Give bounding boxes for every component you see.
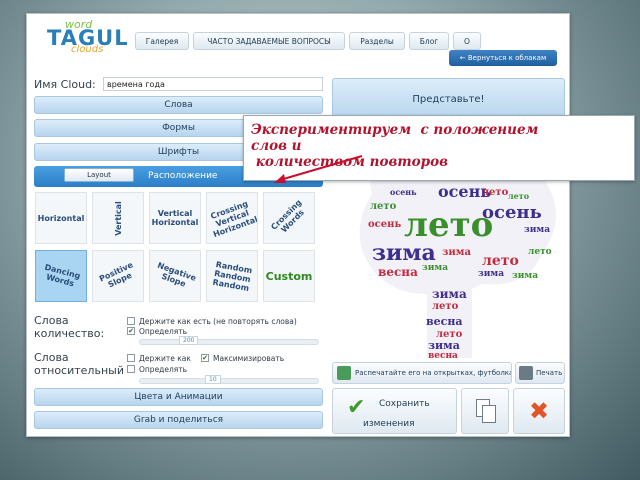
cloud-word: лето: [370, 201, 397, 212]
cloud-word: зима: [372, 240, 436, 266]
nav-blog[interactable]: Блог: [409, 32, 449, 50]
word-count-slider-value: 200: [179, 336, 199, 345]
annotation-arrow: [274, 155, 363, 183]
cloud-word: лето: [528, 247, 552, 257]
section-words[interactable]: Слова: [34, 96, 323, 114]
cloud-word: зима: [422, 263, 449, 273]
print-button[interactable]: Печать: [515, 362, 565, 384]
printer-icon: [519, 366, 533, 380]
cloud-word: лето: [432, 301, 459, 312]
cloud-word: зима: [524, 225, 551, 235]
delete-button[interactable]: ✖: [513, 388, 565, 434]
layout-grid: Horizontal Vertical Vertical Horizontal …: [35, 192, 320, 312]
save-label: Сохранить: [379, 399, 430, 409]
cloud-name-label: Имя Cloud:: [34, 78, 96, 91]
layout-negative-slope[interactable]: Negative Slope: [149, 250, 201, 302]
cloud-word: весна: [426, 315, 463, 328]
layout-positive-slope[interactable]: Positive Slope: [92, 250, 144, 302]
print-on-products-label: Распечатайте его на открытках, футболках: [355, 369, 512, 377]
copy-icon-back: [482, 405, 496, 423]
cloud-word: осень: [482, 202, 542, 223]
word-count-define-checkbox[interactable]: ✔: [127, 327, 135, 335]
cloud-word: зима: [428, 339, 460, 352]
cloud-word: зима: [512, 271, 539, 281]
cloud-name-input[interactable]: [103, 77, 323, 91]
app-window: word TAGUL clouds Галерея ЧАСТО ЗАДАВАЕМ…: [26, 13, 570, 437]
cloud-word: лето: [404, 205, 494, 245]
word-count-keep-label: Держите как есть (не повторять слова): [139, 317, 297, 326]
word-count-slider[interactable]: [139, 339, 319, 345]
print-on-products-button[interactable]: Распечатайте его на открытках, футболках: [332, 362, 512, 384]
cloud-word: осень: [368, 219, 402, 230]
layout-vertical-horizontal[interactable]: Vertical Horizontal: [149, 192, 201, 244]
save-changes-button[interactable]: ✔ Сохранить изменения: [332, 388, 457, 434]
word-relative-define-label: Определять: [139, 365, 188, 374]
word-relative-maximize-label: Максимизировать: [213, 354, 285, 363]
cloud-word: весна: [378, 265, 418, 279]
imagine-button[interactable]: Представьте!: [332, 78, 565, 120]
logo-clouds: clouds: [71, 44, 104, 55]
layout-crossing-vertical-horizontal[interactable]: Crossing Vertical Horizontal: [206, 192, 258, 244]
word-count-title: Слова количество:: [34, 314, 105, 340]
word-count-define-label: Определять: [139, 327, 188, 336]
layout-crossing-words[interactable]: Crossing Words: [263, 192, 315, 244]
cloud-word: зима: [432, 287, 467, 301]
close-icon: ✖: [528, 397, 550, 425]
word-relative-keep-checkbox[interactable]: [127, 354, 135, 362]
word-relative-keep-label: Держите как: [139, 354, 191, 363]
section-colors-animation[interactable]: Цвета и Анимации: [34, 388, 323, 406]
cloud-word: лето: [508, 191, 530, 201]
changes-label: изменения: [363, 419, 415, 429]
print-label: Печать: [536, 369, 563, 377]
cloud-word: зима: [442, 247, 471, 258]
layout-dancing-words[interactable]: Dancing Words: [35, 250, 87, 302]
tshirt-icon: [337, 366, 351, 380]
section-grab-share[interactable]: Grab и поделиться: [34, 411, 323, 429]
duplicate-button[interactable]: [461, 388, 509, 434]
tagul-logo[interactable]: word TAGUL clouds: [37, 18, 129, 56]
cloud-word: лето: [482, 253, 519, 269]
word-relative-slider-value: 10: [205, 375, 221, 384]
nav-sections[interactable]: Разделы: [349, 32, 405, 50]
nav-gallery[interactable]: Галерея: [135, 32, 189, 50]
layout-tab[interactable]: Layout: [64, 168, 134, 182]
layout-horizontal[interactable]: Horizontal: [35, 192, 87, 244]
layout-vertical[interactable]: Vertical: [92, 192, 144, 244]
layout-title: Расположение: [148, 171, 218, 181]
word-relative-title: Слова относительный: [34, 351, 124, 377]
layout-random[interactable]: Random Random Random: [206, 250, 258, 302]
nav-about[interactable]: О: [453, 32, 481, 50]
checkmark-icon: ✔: [347, 395, 366, 420]
layout-custom[interactable]: Custom: [263, 250, 315, 302]
cloud-word: лето: [482, 187, 509, 198]
cloud-word: зима: [478, 269, 505, 279]
word-relative-maximize-checkbox[interactable]: ✔: [201, 354, 209, 362]
cloud-word: весна: [428, 351, 458, 361]
word-relative-slider[interactable]: [139, 378, 319, 384]
back-to-clouds-button[interactable]: ← Вернуться к облакам: [449, 50, 557, 66]
cloud-word: осень: [390, 187, 417, 197]
word-count-keep-checkbox[interactable]: [127, 317, 135, 325]
nav-faq[interactable]: ЧАСТО ЗАДАВАЕМЫЕ ВОПРОСЫ: [193, 32, 345, 50]
word-relative-define-checkbox[interactable]: [127, 365, 135, 373]
